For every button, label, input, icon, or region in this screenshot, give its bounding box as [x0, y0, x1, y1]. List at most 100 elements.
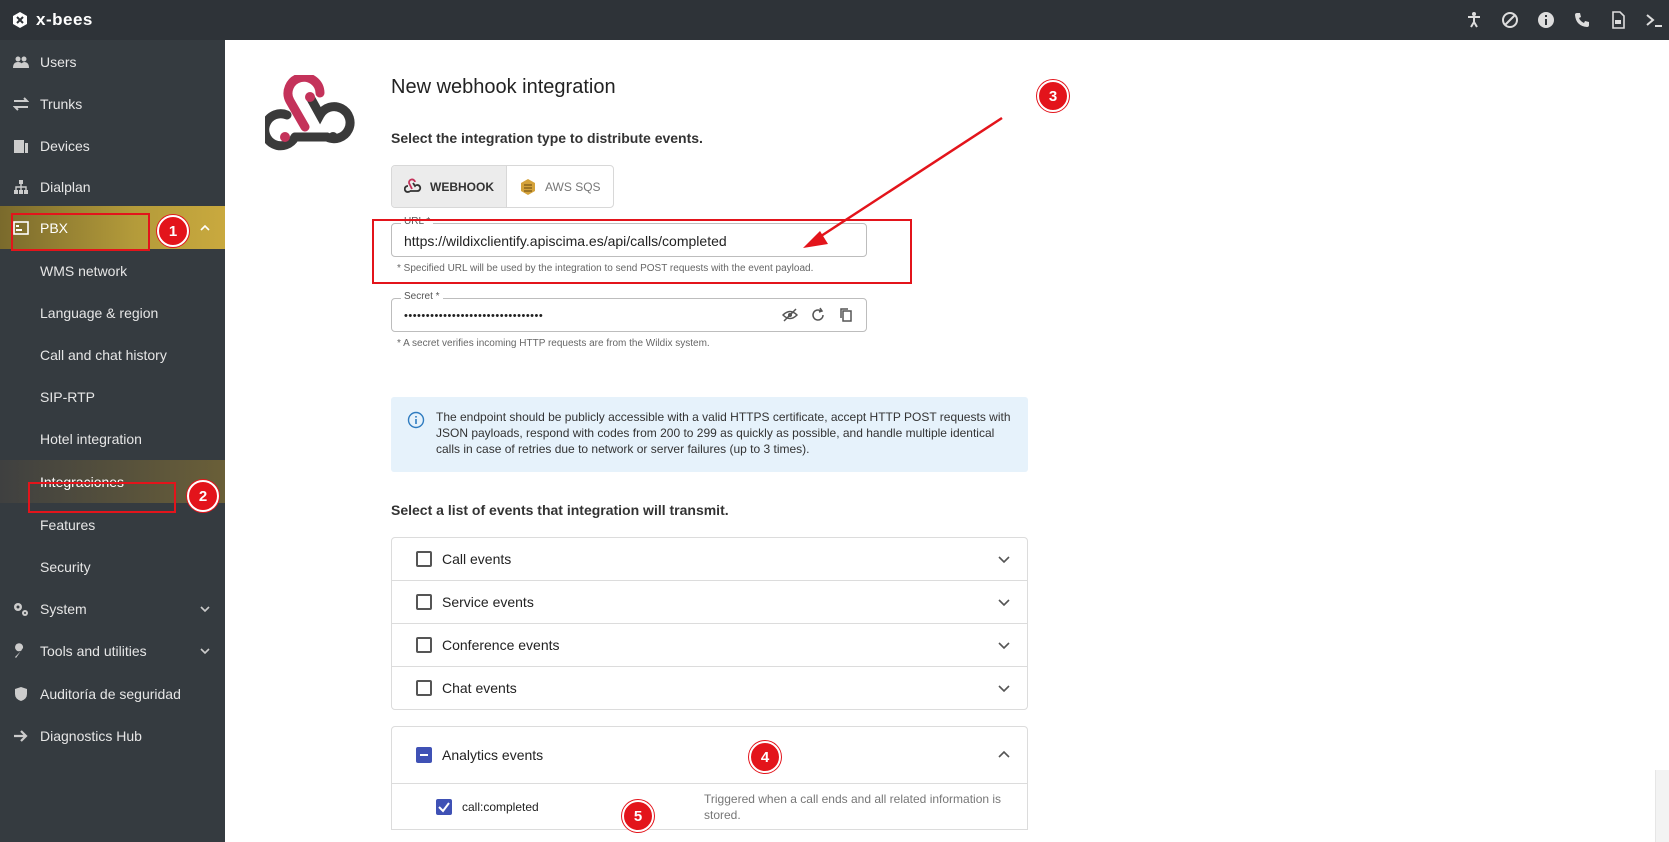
- event-item-description: Triggered when a call ends and all relat…: [704, 792, 1002, 822]
- sidebar-item-system[interactable]: System: [0, 587, 225, 630]
- sidebar-item-trunks[interactable]: Trunks: [0, 82, 225, 125]
- sidebar-item-label: Language & region: [40, 304, 159, 321]
- aws-sqs-type-label: AWS SQS: [545, 179, 601, 194]
- sidebar-item-label: Tools and utilities: [40, 642, 147, 659]
- secret-field[interactable]: Secret * •••••••••••••••••••••••••••••••…: [391, 291, 867, 332]
- users-icon: [12, 53, 30, 71]
- annotation-badge: 4: [749, 741, 781, 773]
- chevron-down-icon[interactable]: [997, 681, 1011, 695]
- checkbox[interactable]: [416, 594, 432, 610]
- event-group-analytics[interactable]: Analytics events: [391, 726, 1028, 784]
- sidebar-item-dialplan[interactable]: Dialplan: [0, 165, 225, 208]
- x-bees-logo-icon: [13, 12, 27, 28]
- event-group-service[interactable]: Service events: [391, 580, 1028, 624]
- annotation-box-pbx: [11, 213, 150, 251]
- chevron-down-icon[interactable]: [997, 595, 1011, 609]
- secret-hint: * A secret verifies incoming HTTP reques…: [397, 338, 710, 349]
- accessibility-icon[interactable]: [1465, 11, 1483, 29]
- annotation-badge: 1: [157, 215, 189, 247]
- checkbox[interactable]: [416, 637, 432, 653]
- event-group-call[interactable]: Call events: [391, 537, 1028, 581]
- terminal-icon[interactable]: [1645, 11, 1663, 29]
- aws-sqs-type-button[interactable]: AWS SQS: [507, 166, 613, 207]
- integration-type-toggle: WEBHOOK AWS SQS: [391, 165, 614, 208]
- refresh-icon[interactable]: [810, 307, 826, 323]
- secret-input[interactable]: ••••••••••••••••••••••••••••••••: [404, 310, 543, 322]
- annotation-box-integraciones: [28, 482, 176, 513]
- copy-icon[interactable]: [838, 307, 854, 323]
- devices-icon: [12, 137, 30, 155]
- sidebar-item-security[interactable]: Security: [0, 545, 225, 588]
- chevron-down-icon[interactable]: [997, 638, 1011, 652]
- aws-sqs-icon: [521, 178, 535, 195]
- sidebar-item-wms-network[interactable]: WMS network: [0, 249, 225, 292]
- chevron-up-icon: [200, 224, 210, 231]
- sidebar-item-language-region[interactable]: Language & region: [0, 291, 225, 334]
- sidebar-item-hotel-integration[interactable]: Hotel integration: [0, 417, 225, 460]
- sidebar-item-label: Users: [40, 53, 77, 70]
- sidebar-item-devices[interactable]: Devices: [0, 124, 225, 167]
- chevron-down-icon: [200, 647, 210, 654]
- top-bar: x-bees: [0, 0, 1669, 40]
- chevron-down-icon[interactable]: [997, 552, 1011, 566]
- event-group-conference[interactable]: Conference events: [391, 623, 1028, 667]
- sidebar-item-label: Diagnostics Hub: [40, 727, 142, 744]
- page-title: New webhook integration: [391, 76, 616, 98]
- event-group-label: Service events: [442, 594, 534, 610]
- sidebar-item-label: System: [40, 600, 87, 617]
- sidebar-item-label: Call and chat history: [40, 346, 167, 363]
- info-text: The endpoint should be publicly accessib…: [436, 410, 1011, 456]
- sidebar-item-label: Auditoría de seguridad: [40, 685, 181, 702]
- chevron-up-icon[interactable]: [997, 748, 1011, 762]
- checkbox[interactable]: [416, 680, 432, 696]
- checked-checkbox[interactable]: [436, 799, 452, 815]
- annotation-badge: 3: [1037, 80, 1069, 112]
- sidebar-item-label: Trunks: [40, 95, 83, 112]
- event-group-label: Call events: [442, 551, 512, 567]
- sidebar: Users Trunks Devices Dialplan PBX WMS ne…: [0, 40, 225, 842]
- arrow-right-icon: [12, 727, 30, 745]
- sidebar-item-label: Security: [40, 558, 91, 575]
- scrollbar[interactable]: [1655, 770, 1669, 842]
- brand-name: x-bees: [36, 10, 93, 29]
- wrench-icon: [12, 642, 30, 660]
- info-banner: The endpoint should be publicly accessib…: [391, 397, 1028, 472]
- brand[interactable]: x-bees: [0, 10, 93, 30]
- sidebar-item-sip-rtp[interactable]: SIP-RTP: [0, 375, 225, 418]
- webhook-type-label: WEBHOOK: [430, 179, 494, 194]
- block-icon[interactable]: [1501, 11, 1519, 29]
- sidebar-item-label: SIP-RTP: [40, 388, 95, 405]
- sidebar-item-diagnostics-hub[interactable]: Diagnostics Hub: [0, 714, 225, 757]
- document-icon[interactable]: [1609, 11, 1627, 29]
- webhook-type-button[interactable]: WEBHOOK: [392, 166, 507, 207]
- sitemap-icon: [12, 178, 30, 196]
- checkbox[interactable]: [416, 551, 432, 567]
- sidebar-item-tools-utilities[interactable]: Tools and utilities: [0, 629, 225, 672]
- info-icon[interactable]: [1537, 11, 1555, 29]
- sidebar-item-call-chat-history[interactable]: Call and chat history: [0, 333, 225, 376]
- phone-icon[interactable]: [1573, 11, 1591, 29]
- annotation-badge: 2: [187, 480, 219, 512]
- arrows-exchange-icon: [12, 95, 30, 113]
- sidebar-item-auditoria[interactable]: Auditoría de seguridad: [0, 672, 225, 715]
- event-item-label: call:completed: [462, 800, 539, 814]
- sidebar-item-label: Devices: [40, 137, 90, 154]
- sidebar-item-users[interactable]: Users: [0, 40, 225, 83]
- eye-off-icon[interactable]: [782, 307, 798, 323]
- event-group-label: Analytics events: [442, 747, 544, 763]
- sidebar-item-label: WMS network: [40, 262, 128, 279]
- gears-icon: [12, 600, 30, 618]
- info-outline-icon: [407, 411, 425, 429]
- event-group-label: Chat events: [442, 680, 517, 696]
- integration-type-prompt: Select the integration type to distribut…: [391, 130, 703, 146]
- sidebar-item-label: Dialplan: [40, 178, 91, 195]
- event-item-call-completed[interactable]: call:completed Triggered when a call end…: [391, 784, 1028, 830]
- indeterminate-checkbox[interactable]: [416, 747, 432, 763]
- shield-icon: [12, 685, 30, 703]
- sidebar-item-label: Hotel integration: [40, 430, 142, 447]
- sidebar-item-label: Features: [40, 516, 96, 533]
- event-group-label: Conference events: [442, 637, 560, 653]
- events-prompt: Select a list of events that integration…: [391, 502, 729, 518]
- secret-field-label: Secret *: [401, 291, 443, 302]
- event-group-chat[interactable]: Chat events: [391, 666, 1028, 710]
